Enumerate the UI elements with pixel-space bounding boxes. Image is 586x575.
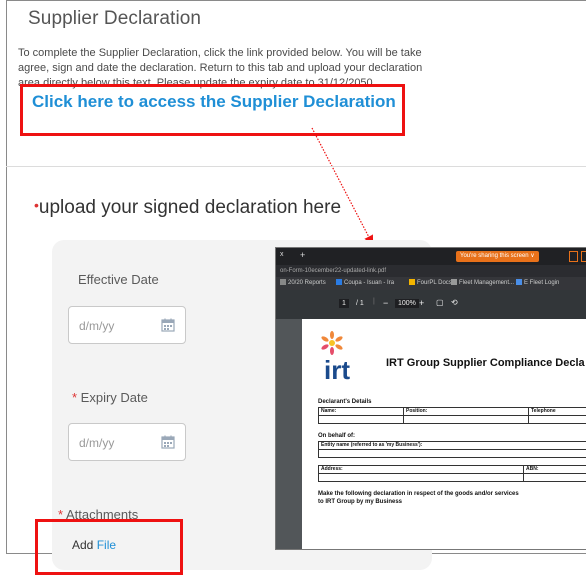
close-tab-icon[interactable]: x <box>280 251 284 258</box>
pdf-viewer-background <box>276 319 302 550</box>
declaration-line: to IRT Group by my Business <box>318 499 402 505</box>
calendar-icon[interactable] <box>161 318 175 332</box>
share-pause-icon[interactable] <box>581 251 586 262</box>
expiry-date-label: * Expiry Date <box>72 390 148 405</box>
telephone-cell: Telephone <box>529 408 586 416</box>
effective-date-field[interactable] <box>68 306 186 344</box>
browser-titlebar: x + You're sharing this screen ∨ <box>276 248 586 265</box>
effective-date-input[interactable] <box>77 318 151 334</box>
declarant-heading: Declarant's Details <box>318 399 371 405</box>
new-tab-icon[interactable]: + <box>300 250 305 260</box>
pdf-preview-window: x + You're sharing this screen ∨ on-Form… <box>275 247 586 550</box>
url-bar[interactable]: on-Form-10ecember22-updated-link.pdf <box>276 265 586 277</box>
address-cell: Address: <box>319 466 524 474</box>
pdf-page: irt IRT Group Supplier Compliance Decla … <box>302 319 586 550</box>
calendar-icon[interactable] <box>161 435 175 449</box>
highlight-box-add-file <box>35 519 183 575</box>
zoom-in-icon[interactable]: + <box>419 298 424 308</box>
bookmark-item[interactable]: FourPL Docs <box>409 277 452 290</box>
zoom-out-icon[interactable]: − <box>383 298 388 308</box>
abn-cell: ABN: <box>524 466 586 474</box>
bookmark-item[interactable]: 20/20 Reports <box>280 277 326 290</box>
page-total: / 1 <box>356 300 364 307</box>
page-number-input[interactable]: 1 <box>339 299 349 308</box>
name-cell: Name: <box>319 408 404 416</box>
zoom-level[interactable]: 100% <box>395 299 419 308</box>
expiry-date-input[interactable] <box>77 435 151 451</box>
section-divider <box>6 166 586 167</box>
effective-date-label: Effective Date <box>78 272 159 287</box>
irt-logo: irt <box>316 329 376 383</box>
upload-heading: •upload your signed declaration here <box>34 197 341 219</box>
bookmark-item[interactable]: Coupa - Isuan - Ira <box>336 277 394 290</box>
document-title: IRT Group Supplier Compliance Decla <box>386 357 585 369</box>
bookmark-item[interactable]: Fleet Management... <box>451 277 514 290</box>
expiry-date-field[interactable] <box>68 423 186 461</box>
screen-sharing-notice[interactable]: You're sharing this screen ∨ <box>456 251 539 262</box>
behalf-heading: On behalf of: <box>318 433 355 439</box>
rotate-icon[interactable]: ⟲ <box>451 298 458 307</box>
pdf-toolbar: 1 / 1 | − 100% + ▢ ⟲ <box>276 290 586 319</box>
entity-cell: Entity name (referred to as 'my Business… <box>319 442 586 450</box>
bookmark-item[interactable]: E Fleet Login <box>516 277 559 290</box>
bookmarks-bar: 20/20 Reports Coupa - Isuan - Ira FourPL… <box>276 277 586 290</box>
declaration-line: Make the following declaration in respec… <box>318 491 519 497</box>
entity-table: Entity name (referred to as 'my Business… <box>318 441 586 458</box>
share-control-icon[interactable] <box>569 251 578 262</box>
fit-page-icon[interactable]: ▢ <box>436 298 444 307</box>
position-cell: Position: <box>404 408 529 416</box>
logo-text: irt <box>324 355 350 383</box>
declarant-table: Name:Position:Telephone <box>318 407 586 424</box>
toolbar-divider: | <box>373 298 375 305</box>
address-table: Address:ABN: <box>318 465 586 482</box>
